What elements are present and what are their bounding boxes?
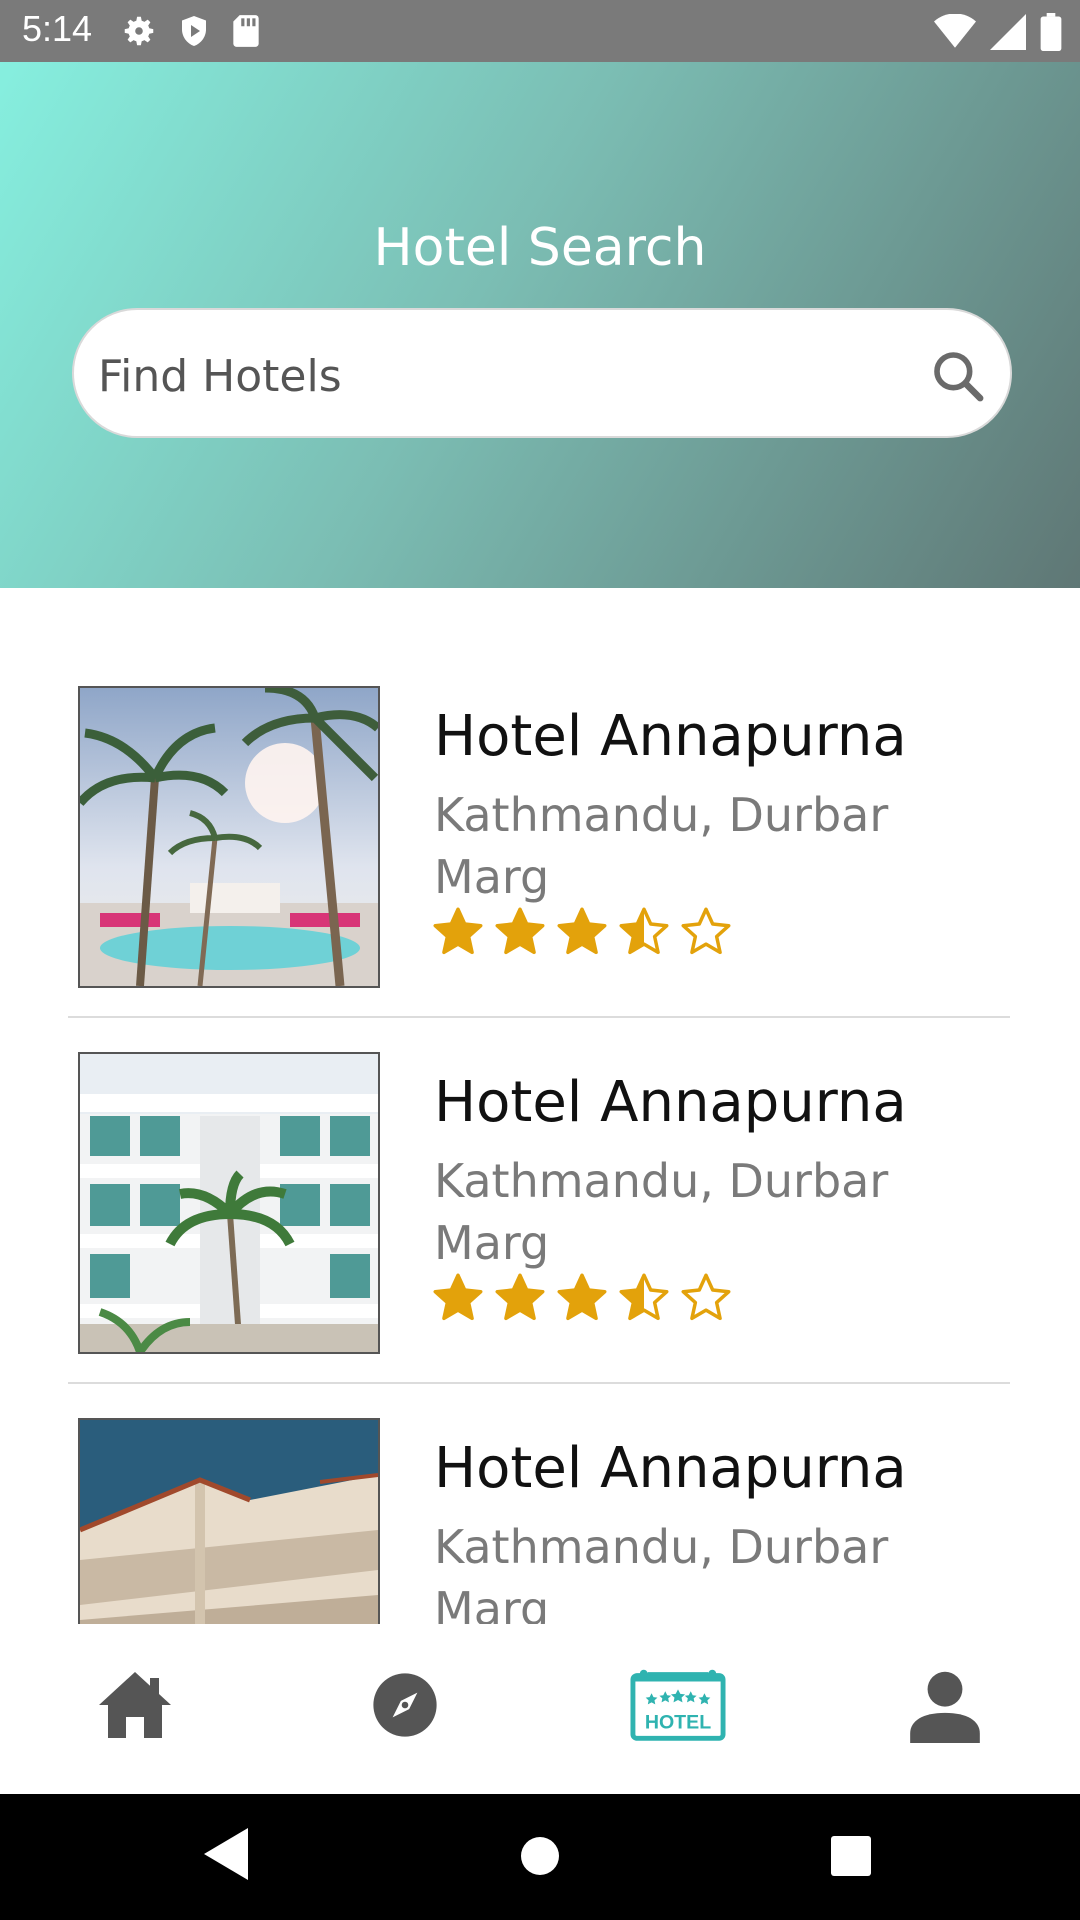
hotel-list-item[interactable]: Hotel Annapurna Kathmandu, Durbar Marg bbox=[68, 1320, 1010, 1624]
hotel-list-item[interactable]: Hotel Annapurna Kathmandu, Durbar Marg bbox=[68, 954, 1010, 1384]
star-full-icon bbox=[433, 1273, 483, 1321]
star-full-icon bbox=[557, 907, 607, 955]
home-button-icon[interactable] bbox=[520, 1828, 560, 1880]
star-half-icon bbox=[619, 907, 669, 955]
star-full-icon bbox=[557, 1273, 607, 1321]
hotel-name: Hotel Annapurna bbox=[434, 1436, 907, 1501]
rating-stars bbox=[432, 1272, 732, 1324]
hotel-name: Hotel Annapurna bbox=[434, 704, 907, 769]
star-full-icon bbox=[433, 907, 483, 955]
wifi-icon bbox=[934, 14, 976, 48]
bottom-navigation: HOTEL bbox=[0, 1624, 1080, 1794]
nav-hotels[interactable]: HOTEL bbox=[630, 1660, 726, 1750]
rating-stars bbox=[432, 906, 732, 958]
hotel-location: Kathmandu, Durbar Marg bbox=[434, 1154, 889, 1270]
sd-card-icon bbox=[233, 15, 259, 47]
star-full-icon bbox=[495, 907, 545, 955]
hotel-image bbox=[78, 1052, 380, 1354]
star-half-icon bbox=[619, 1273, 669, 1321]
shield-icon bbox=[182, 16, 206, 46]
star-empty-icon bbox=[681, 1273, 731, 1321]
hotel-location: Kathmandu, Durbar Marg bbox=[434, 1520, 889, 1624]
compass-icon bbox=[373, 1673, 437, 1737]
back-icon[interactable] bbox=[204, 1828, 248, 1880]
search-bar[interactable] bbox=[72, 308, 1012, 438]
nav-home[interactable] bbox=[90, 1660, 180, 1750]
profile-icon bbox=[910, 1671, 980, 1743]
hotel-list[interactable]: Hotel Annapurna Kathmandu, Durbar Marg H… bbox=[0, 588, 1080, 1624]
home-icon bbox=[99, 1672, 171, 1738]
nav-explore[interactable] bbox=[360, 1660, 450, 1750]
hotel-list-item[interactable]: Hotel Annapurna Kathmandu, Durbar Marg bbox=[68, 588, 1010, 1018]
hotel-location: Kathmandu, Durbar Marg bbox=[434, 788, 889, 904]
hotel-image bbox=[78, 1418, 380, 1624]
system-navigation-bar bbox=[0, 1794, 1080, 1920]
search-input[interactable] bbox=[96, 340, 880, 412]
star-full-icon bbox=[495, 1273, 545, 1321]
hotel-icon-label: HOTEL bbox=[645, 1712, 711, 1734]
recents-icon[interactable] bbox=[830, 1828, 872, 1880]
gear-icon bbox=[124, 16, 154, 46]
search-icon[interactable] bbox=[930, 348, 986, 404]
status-bar: 5:14 bbox=[0, 0, 1080, 62]
star-empty-icon bbox=[681, 907, 731, 955]
nav-profile[interactable] bbox=[900, 1660, 990, 1750]
battery-icon bbox=[1040, 13, 1062, 51]
signal-icon bbox=[990, 14, 1026, 50]
page-title: Hotel Search bbox=[373, 218, 707, 278]
hotel-name: Hotel Annapurna bbox=[434, 1070, 907, 1135]
hotel-icon: HOTEL bbox=[630, 1669, 726, 1741]
header-banner: Hotel Search bbox=[0, 62, 1080, 588]
status-time: 5:14 bbox=[22, 8, 93, 49]
hotel-image bbox=[78, 686, 380, 988]
